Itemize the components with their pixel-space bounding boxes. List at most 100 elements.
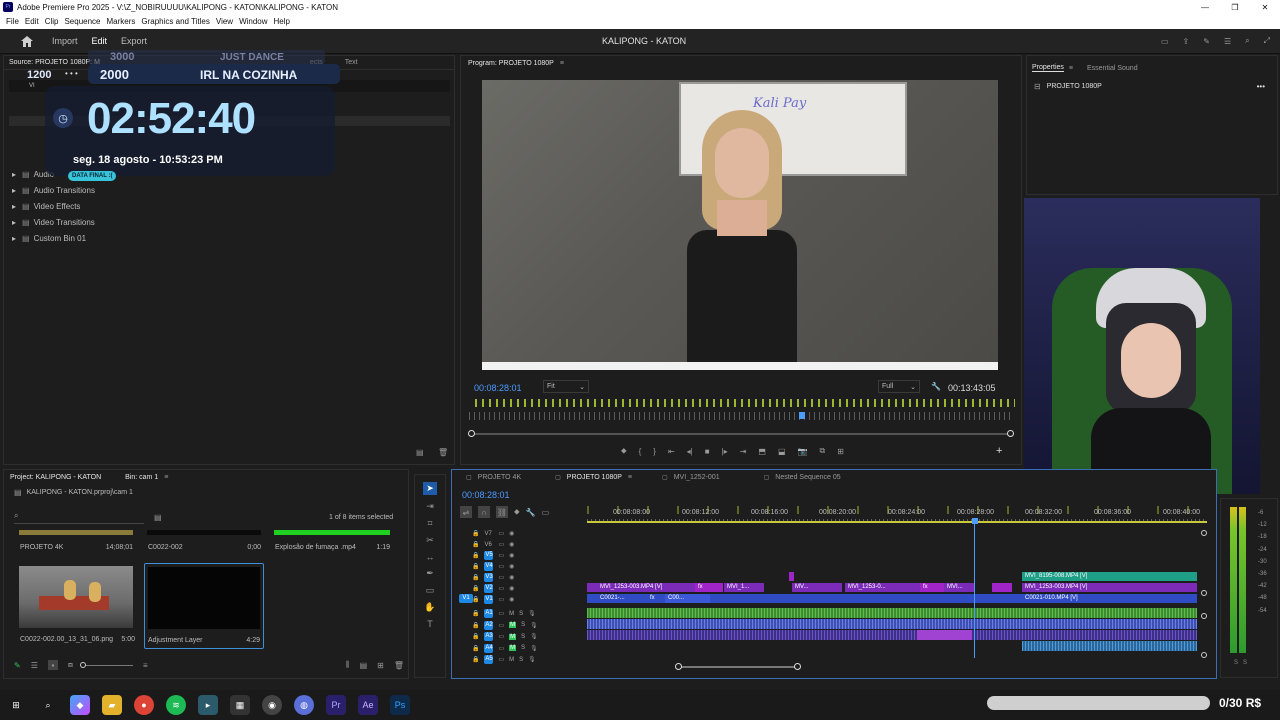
copilot-icon[interactable]: ◆: [70, 695, 90, 715]
source-patch-v1[interactable]: V1: [459, 594, 473, 603]
track-scroll-handle[interactable]: [1201, 613, 1207, 619]
feedback-icon[interactable]: ✎: [1203, 36, 1210, 46]
clip-v1-fx[interactable]: fx: [647, 594, 665, 603]
lock-icon[interactable]: 🔒: [472, 574, 479, 581]
snap-icon[interactable]: ∩: [478, 506, 490, 518]
timeline-settings-icon[interactable]: 🔧: [526, 508, 536, 517]
clip-v3-mvi8195[interactable]: MVI_8195-008.MP4 [V]: [1022, 572, 1197, 581]
lock-icon[interactable]: 🔒: [472, 530, 479, 537]
eye-icon[interactable]: ◉: [509, 563, 514, 570]
track-v4[interactable]: 🔒 V4 ▭ ◉: [472, 561, 582, 572]
eye-icon[interactable]: ◉: [509, 596, 514, 603]
lock-icon[interactable]: 🔒: [472, 552, 479, 559]
freeform-view-icon[interactable]: ⧈: [68, 660, 73, 670]
timeline-timecode[interactable]: 00:08:28:01: [462, 490, 510, 500]
program-tab[interactable]: Program: PROJETO 1080P: [468, 60, 554, 67]
menu-edit[interactable]: Edit: [25, 17, 39, 26]
eye-icon[interactable]: ◉: [509, 541, 514, 548]
lock-icon[interactable]: 🔒: [472, 610, 479, 617]
close-button[interactable]: ✕: [1250, 3, 1280, 12]
timeline-tab-mvi[interactable]: MVI_1252-001: [674, 474, 720, 481]
app-icon[interactable]: ◍: [294, 695, 314, 715]
menu-help[interactable]: Help: [274, 17, 290, 26]
properties-tab[interactable]: Properties: [1032, 64, 1064, 72]
minimize-button[interactable]: —: [1190, 3, 1220, 12]
track-v3[interactable]: 🔒 V3 ▭ ◉: [472, 572, 582, 583]
project-thumb-adjustment-layer[interactable]: Adjustment Layer 4:29: [144, 563, 264, 649]
audio-clip-a4[interactable]: [1022, 641, 1197, 651]
tab-close-icon[interactable]: ▢: [662, 474, 668, 481]
project-item-projeto-4k[interactable]: PROJETO 4K 14;08;01: [19, 530, 133, 556]
mic-icon[interactable]: 🎙: [530, 622, 538, 629]
track-v2[interactable]: 🔒 V2 ▭ ◉: [472, 583, 582, 594]
workspace-menu-icon[interactable]: ☰: [1224, 36, 1231, 46]
mark-out-icon[interactable]: }: [653, 447, 656, 456]
project-item-c0022-002[interactable]: C0022-002 0;00: [147, 530, 261, 556]
tab-close-icon[interactable]: ▢: [466, 474, 472, 481]
lock-icon[interactable]: 🔒: [472, 656, 479, 663]
bin-audio-transitions[interactable]: ▸ ▤ Audio Transitions: [12, 182, 95, 198]
menu-clip[interactable]: Clip: [45, 17, 59, 26]
track-a3[interactable]: 🔒 A3 ▭ M S 🎙: [472, 631, 582, 643]
lock-icon[interactable]: 🔒: [472, 541, 479, 548]
new-bin-icon[interactable]: ▤: [360, 661, 368, 670]
track-a1[interactable]: 🔒 A1 ▭ M S 🎙: [472, 608, 582, 620]
clip-v1[interactable]: [710, 594, 1022, 603]
bin-tab[interactable]: Bin: cam 1: [125, 474, 158, 481]
eye-icon[interactable]: ◉: [509, 585, 514, 592]
share-icon[interactable]: ⇪: [1183, 36, 1190, 46]
button-editor-icon[interactable]: +: [996, 445, 1002, 457]
mic-icon[interactable]: 🎙: [528, 610, 536, 617]
lift-icon[interactable]: ⬒: [758, 447, 766, 456]
sync-icon[interactable]: ▭: [498, 656, 504, 663]
track-a5[interactable]: 🔒 A5 ▭ M S 🎙: [472, 654, 582, 666]
pencil-icon[interactable]: ✎: [14, 661, 21, 670]
bin-video-transitions[interactable]: ▸ ▤ Video Transitions: [12, 214, 95, 230]
track-select-tool-icon[interactable]: ⇥: [426, 501, 434, 512]
workspace-tab-import[interactable]: Import: [52, 36, 78, 46]
track-scroll-handle[interactable]: [1201, 530, 1207, 536]
lock-icon[interactable]: 🔒: [472, 622, 479, 629]
program-mini-ruler[interactable]: [469, 412, 1014, 420]
fit-dropdown[interactable]: Fit ⌄: [543, 380, 589, 393]
audio-clip-a1[interactable]: [587, 608, 1197, 618]
slip-tool-icon[interactable]: ↔: [426, 552, 435, 562]
menu-markers[interactable]: Markers: [107, 17, 136, 26]
timeline-ruler[interactable]: 00:08:08:00 00:08:12:00 00:08:16:00 00:0…: [587, 506, 1207, 526]
clip-v2[interactable]: MVI_1253-003.MP4 [V]: [1022, 583, 1197, 592]
file-explorer-icon[interactable]: ▰: [102, 695, 122, 715]
lock-icon[interactable]: 🔒: [472, 633, 479, 640]
chrome-icon[interactable]: ●: [134, 695, 154, 715]
quality-dropdown[interactable]: Full ⌄: [878, 380, 920, 393]
sync-icon[interactable]: ▭: [498, 585, 504, 592]
timeline-clips-area[interactable]: MVI_8195-008.MP4 [V] MVI_1253-003.MP4 [V…: [587, 518, 1199, 658]
track-v1[interactable]: 🔒 V1 ▭ ◉: [472, 594, 582, 605]
eye-icon[interactable]: ◉: [509, 574, 514, 581]
export-frame-icon[interactable]: 📷: [798, 447, 808, 456]
step-forward-icon[interactable]: |▸: [722, 447, 728, 456]
stop-icon[interactable]: ■: [705, 447, 710, 456]
sync-icon[interactable]: ▭: [498, 622, 504, 629]
program-zoom-bar[interactable]: [468, 430, 1014, 437]
windows-start-icon[interactable]: ⊞: [6, 695, 26, 715]
razor-tool-icon[interactable]: ✂: [426, 535, 434, 546]
ripple-edit-tool-icon[interactable]: ⌗: [427, 518, 432, 529]
clip-v1[interactable]: C0021-010.MP4 [V]: [1022, 594, 1197, 603]
lock-icon[interactable]: 🔒: [472, 645, 479, 652]
clip-v2-fx[interactable]: fx: [695, 583, 723, 592]
list-view-icon[interactable]: ☰: [31, 661, 38, 670]
clip-v2[interactable]: MVI_1...: [724, 583, 764, 592]
timeline-zoom-bar[interactable]: [675, 663, 801, 670]
project-tab[interactable]: Project: KALIPONG - KATON: [10, 474, 101, 481]
project-thumb-c0022-png[interactable]: C0022-002.00_13_31_06.png 5:00: [19, 566, 135, 648]
timeline-tab-projeto-1080p[interactable]: PROJETO 1080P: [567, 474, 622, 481]
type-tool-icon[interactable]: T: [427, 619, 433, 629]
wrench-icon[interactable]: 🔧: [931, 382, 941, 391]
mark-in-icon[interactable]: {: [639, 447, 642, 456]
menu-file[interactable]: File: [6, 17, 19, 26]
nest-toggle-icon[interactable]: ⇌: [460, 506, 472, 518]
track-scroll-handle[interactable]: [1201, 590, 1207, 596]
photoshop-icon[interactable]: Ps: [390, 695, 410, 715]
timeline-playhead[interactable]: [974, 518, 975, 658]
meter-solo-right[interactable]: S: [1243, 660, 1247, 666]
